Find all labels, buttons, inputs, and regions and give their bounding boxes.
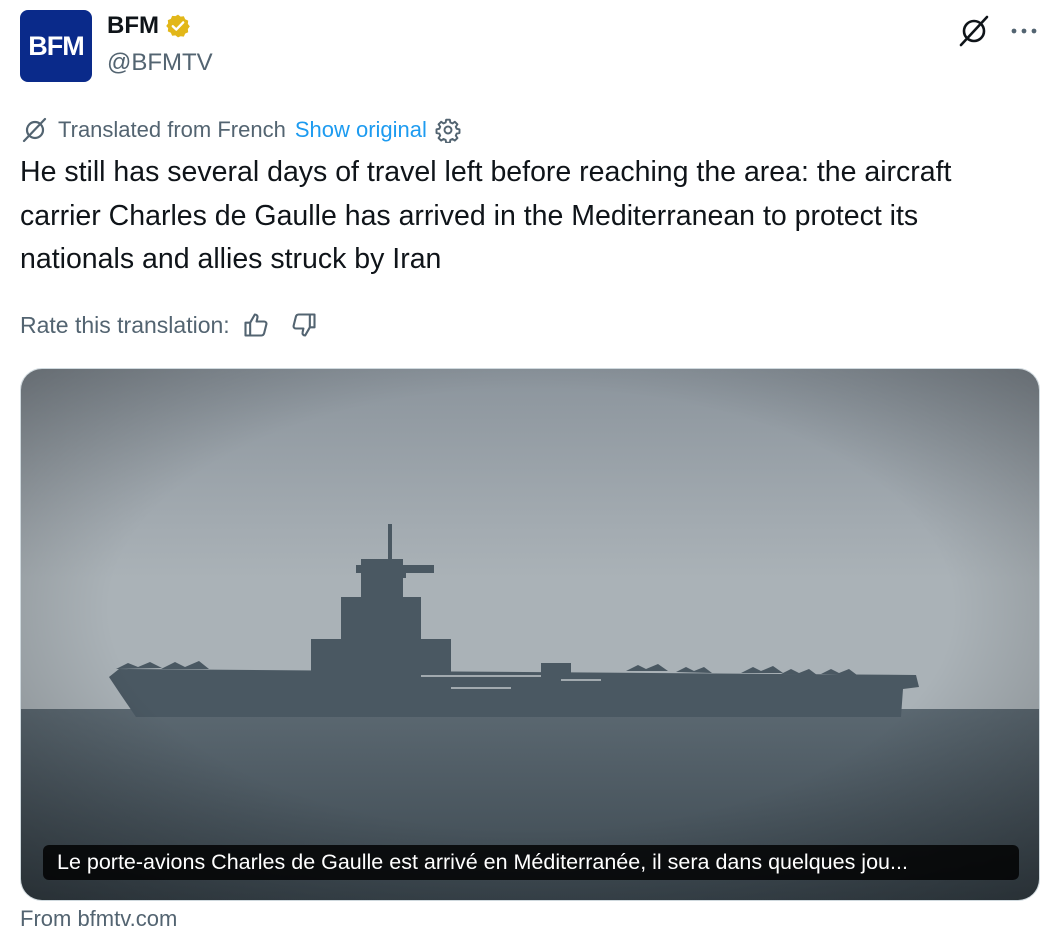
grok-icon[interactable] [955,12,993,50]
author-name-text: BFM [107,12,159,39]
rate-label: Rate this translation: [20,311,230,338]
thumbs-down-icon[interactable] [290,311,318,339]
rate-translation: Rate this translation: [20,308,318,342]
avatar-logo-text: BFM [28,30,84,61]
verified-badge-icon [166,14,190,38]
thumbs-up-icon[interactable] [242,311,270,339]
author-name[interactable]: BFM [107,12,191,40]
show-original-link[interactable]: Show original [295,117,427,143]
translation-label: Translated from French [58,117,286,142]
author-handle[interactable]: @BFMTV [107,49,213,77]
avatar[interactable]: BFM [20,10,92,82]
translation-notice: Translated from French Show original [20,114,461,146]
source-link[interactable]: From bfmtv.com [20,906,177,932]
translate-icon [22,117,47,143]
media-video[interactable]: Le porte-avions Charles de Gaulle est ar… [20,368,1040,901]
more-icon[interactable] [1005,12,1043,50]
gear-icon[interactable] [435,117,461,143]
tweet-text: He still has several days of travel left… [20,156,952,275]
aircraft-carrier-image [21,369,1039,900]
video-caption: Le porte-avions Charles de Gaulle est ar… [43,845,1019,880]
